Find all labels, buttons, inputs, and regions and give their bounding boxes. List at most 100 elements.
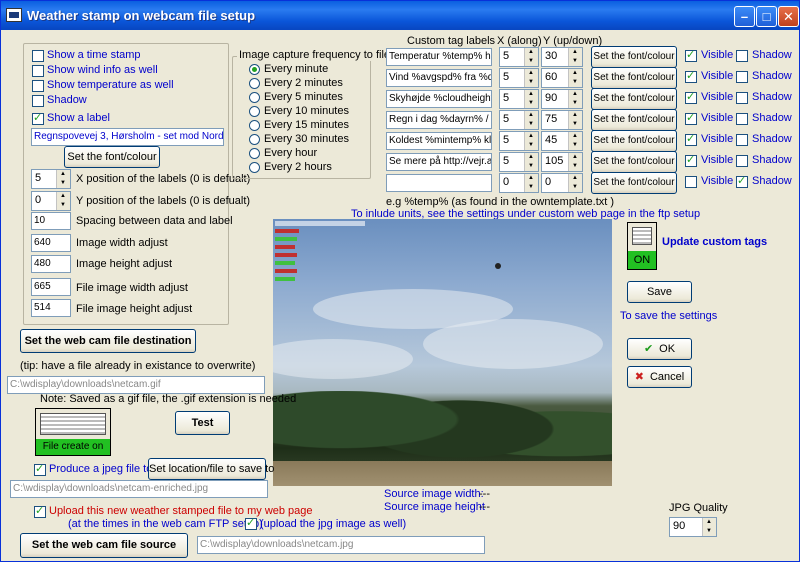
- show-temperature-checkbox[interactable]: [32, 80, 44, 92]
- update-tags-toggle[interactable]: ON: [627, 222, 657, 270]
- custom-tag-font-button[interactable]: Set the font/colour: [591, 109, 677, 131]
- custom-tag-shadow-checkbox[interactable]: [736, 71, 748, 83]
- custom-tag-y-spinner[interactable]: 90: [541, 89, 583, 109]
- label-text-input[interactable]: Regnspovevej 3, Hørsholm - set mod Nord …: [31, 128, 224, 146]
- custom-tag-shadow-checkbox[interactable]: [736, 134, 748, 146]
- custom-tag-font-button[interactable]: Set the font/colour: [591, 172, 677, 194]
- custom-tag-font-button[interactable]: Set the font/colour: [591, 130, 677, 152]
- radio-every-15-minutes[interactable]: [249, 120, 260, 131]
- custom-tag-visible-checkbox[interactable]: [685, 111, 697, 125]
- spinner-arrows-icon[interactable]: [568, 153, 582, 171]
- jpeg-path-input[interactable]: C:\wdisplay\downloads\netcam-enriched.jp…: [10, 480, 268, 498]
- spinner-arrows-icon[interactable]: [56, 192, 70, 210]
- spinner-arrows-icon[interactable]: [568, 90, 582, 108]
- set-source-button[interactable]: Set the web cam file source: [20, 533, 188, 558]
- shadow-checkbox[interactable]: [32, 95, 44, 107]
- custom-tag-shadow-checkbox[interactable]: [736, 174, 748, 188]
- custom-tag-font-button[interactable]: Set the font/colour: [591, 88, 677, 110]
- custom-tag-label-input[interactable]: Koldest %mintemp% kl.: [386, 132, 492, 150]
- left-font-colour-button[interactable]: Set the font/colour: [64, 146, 160, 168]
- radio-every-minute[interactable]: [249, 64, 260, 75]
- spinner-arrows-icon[interactable]: [524, 69, 538, 87]
- spinner-arrows-icon[interactable]: [524, 48, 538, 66]
- spinner-arrows-icon[interactable]: [524, 111, 538, 129]
- custom-tag-shadow-checkbox[interactable]: [736, 50, 748, 62]
- radio-every-10-minutes[interactable]: [249, 106, 260, 117]
- show-wind-checkbox[interactable]: [32, 65, 44, 77]
- produce-jpeg-checkbox[interactable]: [34, 462, 46, 476]
- save-button[interactable]: Save: [627, 281, 692, 303]
- custom-tag-label-input[interactable]: Regn i dag %dayrn% / s: [386, 111, 492, 129]
- title-bar[interactable]: Weather stamp on webcam file setup – □ ✕: [1, 1, 799, 30]
- source-path-input[interactable]: C:\wdisplay\downloads\netcam.jpg: [197, 536, 485, 554]
- destination-path-input[interactable]: C:\wdisplay\downloads\netcam.gif: [7, 376, 265, 394]
- custom-tag-y-spinner[interactable]: 75: [541, 110, 583, 130]
- custom-tag-visible-checkbox[interactable]: [685, 90, 697, 104]
- ok-button[interactable]: ✔ OK: [627, 338, 692, 360]
- upload-jpg-checkbox[interactable]: [245, 516, 257, 530]
- custom-tag-y-spinner[interactable]: 30: [541, 47, 583, 67]
- spacing-input[interactable]: 10: [31, 212, 71, 230]
- show-label-checkbox[interactable]: [32, 111, 44, 125]
- custom-tag-y-spinner[interactable]: 60: [541, 68, 583, 88]
- custom-tag-shadow-checkbox[interactable]: [736, 113, 748, 125]
- custom-tag-shadow-checkbox[interactable]: [736, 155, 748, 167]
- custom-tag-x-spinner[interactable]: 5: [499, 68, 539, 88]
- custom-tag-label-input[interactable]: Vind %avgspd% fra %dir: [386, 69, 492, 87]
- upload-checkbox[interactable]: [34, 504, 46, 518]
- image-height-input[interactable]: 480: [31, 255, 71, 273]
- radio-every-hour[interactable]: [249, 148, 260, 159]
- spinner-arrows-icon[interactable]: [524, 153, 538, 171]
- radio-every-2-minutes[interactable]: [249, 78, 260, 89]
- custom-tag-x-spinner[interactable]: 5: [499, 152, 539, 172]
- x-position-spinner[interactable]: 5: [31, 169, 71, 189]
- close-button[interactable]: ✕: [778, 6, 799, 27]
- minimize-button[interactable]: –: [734, 6, 755, 27]
- image-width-input[interactable]: 640: [31, 234, 71, 252]
- custom-tag-font-button[interactable]: Set the font/colour: [591, 151, 677, 173]
- custom-tag-x-spinner[interactable]: 0: [499, 173, 539, 193]
- custom-tag-label-input[interactable]: Skyhøjde %cloudheight: [386, 90, 492, 108]
- test-button[interactable]: Test: [175, 411, 230, 435]
- jpg-quality-spinner[interactable]: 90: [669, 517, 717, 537]
- set-destination-button[interactable]: Set the web cam file destination: [20, 329, 196, 353]
- custom-tag-y-spinner[interactable]: 45: [541, 131, 583, 151]
- custom-tag-x-spinner[interactable]: 5: [499, 110, 539, 130]
- spinner-arrows-icon[interactable]: [702, 518, 716, 536]
- custom-tag-font-button[interactable]: Set the font/colour: [591, 67, 677, 89]
- file-create-toggle[interactable]: File create on: [35, 408, 111, 456]
- custom-tag-x-spinner[interactable]: 5: [499, 89, 539, 109]
- custom-tag-label-input[interactable]: Temperatur %temp% hu: [386, 48, 492, 66]
- custom-tag-visible-checkbox[interactable]: [685, 69, 697, 83]
- spinner-arrows-icon[interactable]: [524, 132, 538, 150]
- radio-every-30-minutes[interactable]: [249, 134, 260, 145]
- custom-tag-label-input[interactable]: Se mere på http://vejr.a: [386, 153, 492, 171]
- radio-every-5-minutes[interactable]: [249, 92, 260, 103]
- cancel-button[interactable]: ✖ Cancel: [627, 366, 692, 388]
- custom-tag-x-spinner[interactable]: 5: [499, 131, 539, 151]
- maximize-button[interactable]: □: [756, 6, 777, 27]
- custom-tag-x-spinner[interactable]: 5: [499, 47, 539, 67]
- spinner-arrows-icon[interactable]: [524, 174, 538, 192]
- spinner-arrows-icon[interactable]: [568, 174, 582, 192]
- spinner-arrows-icon[interactable]: [524, 90, 538, 108]
- set-jpeg-location-button[interactable]: Set location/file to save to: [148, 458, 274, 480]
- custom-tag-label-input[interactable]: [386, 174, 492, 192]
- spinner-arrows-icon[interactable]: [568, 132, 582, 150]
- spinner-arrows-icon[interactable]: [568, 48, 582, 66]
- show-time-stamp-checkbox[interactable]: [32, 50, 44, 62]
- custom-tag-visible-checkbox[interactable]: [685, 48, 697, 62]
- y-position-spinner[interactable]: 0: [31, 191, 71, 211]
- custom-tag-font-button[interactable]: Set the font/colour: [591, 46, 677, 68]
- spinner-arrows-icon[interactable]: [568, 111, 582, 129]
- custom-tag-y-spinner[interactable]: 0: [541, 173, 583, 193]
- file-image-height-input[interactable]: 514: [31, 299, 71, 317]
- spinner-arrows-icon[interactable]: [56, 170, 70, 188]
- custom-tag-visible-checkbox[interactable]: [685, 132, 697, 146]
- custom-tag-visible-checkbox[interactable]: [685, 176, 697, 188]
- radio-every-2-hours[interactable]: [249, 162, 260, 173]
- file-image-width-input[interactable]: 665: [31, 278, 71, 296]
- custom-tag-visible-checkbox[interactable]: [685, 153, 697, 167]
- custom-tag-shadow-checkbox[interactable]: [736, 92, 748, 104]
- spinner-arrows-icon[interactable]: [568, 69, 582, 87]
